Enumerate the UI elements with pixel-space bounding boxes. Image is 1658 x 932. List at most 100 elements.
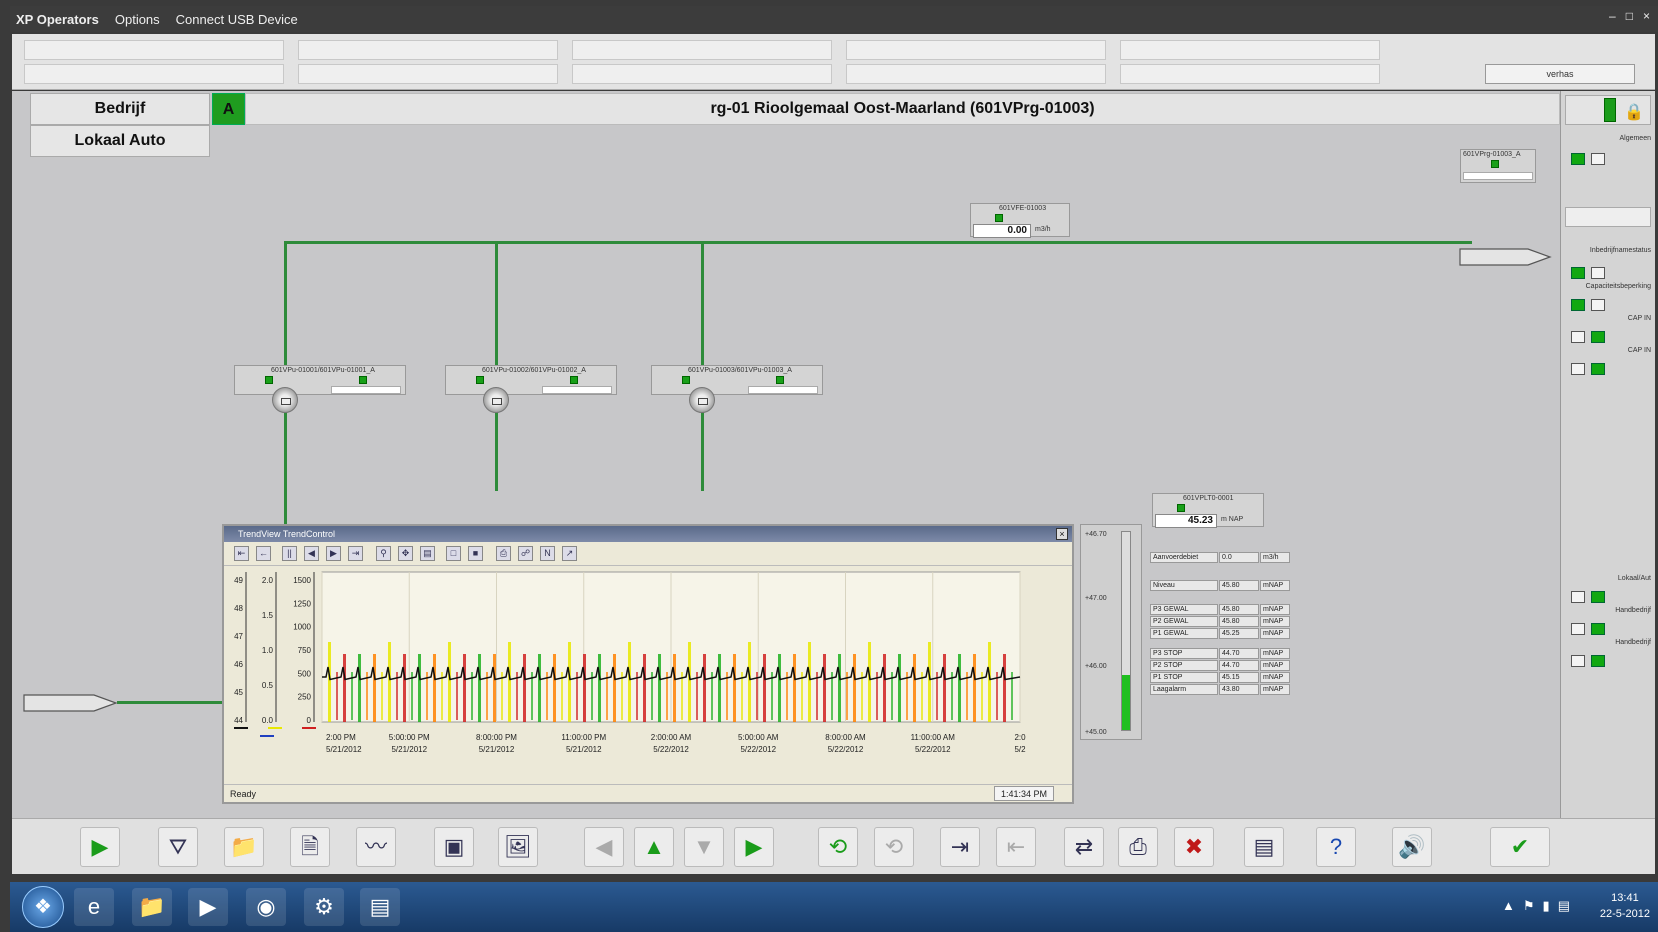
rc-play-4[interactable] — [1591, 331, 1605, 343]
rc-play-7[interactable] — [1591, 623, 1605, 635]
menu-options[interactable]: Options — [115, 12, 160, 27]
help-icon[interactable]: ? — [1316, 827, 1356, 867]
pump-pulse — [583, 654, 586, 722]
pump-pulse — [988, 642, 991, 722]
pump-2-icon[interactable] — [483, 387, 509, 413]
rc-btn-7[interactable] — [1571, 623, 1585, 635]
print-icon[interactable]: ⎙ — [496, 546, 511, 561]
forward-icon[interactable]: ▶ — [326, 546, 341, 561]
cursor-icon[interactable]: ↗ — [562, 546, 577, 561]
alarm-slot[interactable] — [24, 64, 284, 84]
alarm-slot[interactable] — [846, 40, 1106, 60]
first-icon[interactable]: ⇤ — [234, 546, 249, 561]
app-icon-2[interactable]: ⚙ — [304, 888, 344, 926]
pump-1-icon[interactable] — [272, 387, 298, 413]
home-icon[interactable]: ▲ — [634, 827, 674, 867]
flow-meter-panel[interactable]: 601VFE-01003 0.00 m3/h — [970, 203, 1070, 238]
rc-play-1[interactable] — [1571, 153, 1585, 165]
system-tray[interactable]: ▲⚑▮▤ — [1502, 898, 1578, 914]
play-icon[interactable]: ▶ — [80, 827, 120, 867]
zoom-icon[interactable]: ⚲ — [376, 546, 391, 561]
alarm-slot[interactable] — [298, 64, 558, 84]
forward-icon[interactable]: ▶ — [734, 827, 774, 867]
media-icon[interactable]: ▶ — [188, 888, 228, 926]
alarm-slot[interactable] — [572, 40, 832, 60]
prev-icon[interactable]: ← — [256, 546, 271, 561]
move-icon[interactable]: ✥ — [398, 546, 413, 561]
pump-panel-3[interactable]: 601VPu-01003/601VPu-01003_A — [651, 365, 823, 395]
alarm-slot[interactable] — [846, 64, 1106, 84]
rc-play-5[interactable] — [1591, 363, 1605, 375]
print-icon[interactable]: ⎙ — [1118, 827, 1158, 867]
refresh-icon[interactable]: ⟲ — [818, 827, 858, 867]
reading-row: P2 STOP 44.70 mNAP — [1150, 660, 1300, 672]
rc-input[interactable] — [1565, 207, 1651, 227]
trend-close-button[interactable]: × — [1056, 528, 1068, 540]
refresh-disabled-icon[interactable]: ⟲ — [874, 827, 914, 867]
explorer-icon[interactable]: 📁 — [132, 888, 172, 926]
maximize-button[interactable]: □ — [1626, 9, 1633, 23]
connect-icon[interactable]: ⇄ — [1064, 827, 1104, 867]
rc-btn-6[interactable] — [1571, 591, 1585, 603]
report-icon[interactable]: 🗎 — [290, 827, 330, 867]
alarm-sound-icon[interactable]: 🔊 — [1392, 827, 1432, 867]
alarm-slot[interactable] — [298, 40, 558, 60]
start-button[interactable]: ❖ — [22, 886, 64, 928]
pump-pulse — [658, 654, 661, 722]
logout-icon[interactable]: ⇤ — [996, 827, 1036, 867]
rc-play-6[interactable] — [1591, 591, 1605, 603]
y-tick-label: 47 — [234, 632, 243, 641]
ruler-icon[interactable]: ▤ — [420, 546, 435, 561]
stop-icon[interactable]: ✖ — [1174, 827, 1214, 867]
last-icon[interactable]: ⇥ — [348, 546, 363, 561]
lokaal-auto-button[interactable]: Lokaal Auto — [30, 125, 210, 157]
rc-play-3[interactable] — [1571, 299, 1585, 311]
rc-btn-4[interactable] — [1571, 331, 1585, 343]
rc-play-2[interactable] — [1571, 267, 1585, 279]
alarm-slot[interactable] — [24, 40, 284, 60]
pump-panel-1[interactable]: 601VPu-01001/601VPu-01001_A — [234, 365, 406, 395]
app-icon-1[interactable]: ◉ — [246, 888, 286, 926]
link-icon[interactable]: ☍ — [518, 546, 533, 561]
folder-icon[interactable]: 📁 — [224, 827, 264, 867]
bedrijf-button[interactable]: Bedrijf — [30, 93, 210, 125]
station-panel[interactable]: 601VPrg-01003_A — [1460, 149, 1536, 183]
rc-btn-1[interactable] — [1591, 153, 1605, 165]
select-icon[interactable]: □ — [446, 546, 461, 561]
ie-icon[interactable]: e — [74, 888, 114, 926]
minimize-button[interactable]: – — [1609, 9, 1616, 23]
alarm-slot[interactable] — [1120, 40, 1380, 60]
login-icon[interactable]: ⇥ — [940, 827, 980, 867]
stop-icon[interactable]: ■ — [468, 546, 483, 561]
user-field[interactable]: verhas — [1485, 64, 1635, 84]
app-icon-3[interactable]: ▤ — [360, 888, 400, 926]
trend-icon[interactable]: N — [540, 546, 555, 561]
level-panel[interactable]: 601VPLT0-0001 45.23 m NAP — [1152, 493, 1264, 528]
trend-icon[interactable]: 〰 — [356, 827, 396, 867]
window-icon[interactable]: ▣ — [434, 827, 474, 867]
trend-window: TrendView TrendControl × ⇤ ← || ◀ ▶ ⇥ ⚲ … — [222, 524, 1074, 804]
rc-btn-8[interactable] — [1571, 655, 1585, 667]
picture-icon[interactable]: 🖼 — [498, 827, 538, 867]
pump-panel-2[interactable]: 601VPu-01002/601VPu-01002_A — [445, 365, 617, 395]
alarm-slot[interactable] — [1120, 64, 1380, 84]
network-icon[interactable]: ▤ — [1244, 827, 1284, 867]
rc-btn-5[interactable] — [1571, 363, 1585, 375]
pump-3-icon[interactable] — [689, 387, 715, 413]
down-icon[interactable]: ▼ — [684, 827, 724, 867]
rc-btn-3[interactable] — [1591, 299, 1605, 311]
back-icon[interactable]: ◀ — [584, 827, 624, 867]
rc-btn-2[interactable] — [1591, 267, 1605, 279]
lock-icon[interactable]: 🔒 — [1624, 102, 1644, 122]
menu-connect-usb[interactable]: Connect USB Device — [176, 12, 298, 27]
y-tick-label: 49 — [234, 576, 243, 585]
clock[interactable]: 13:41 22-5-2012 — [1600, 890, 1650, 922]
alarm-slot[interactable] — [572, 64, 832, 84]
back-icon[interactable]: ◀ — [304, 546, 319, 561]
close-button[interactable]: × — [1643, 9, 1650, 23]
acknowledge-icon[interactable]: ✔ — [1490, 827, 1550, 867]
rc-label-cap-in-1: CAP IN — [1627, 315, 1651, 322]
filter-icon[interactable]: ⛛ — [158, 827, 198, 867]
pause-icon[interactable]: || — [282, 546, 297, 561]
rc-play-8[interactable] — [1591, 655, 1605, 667]
